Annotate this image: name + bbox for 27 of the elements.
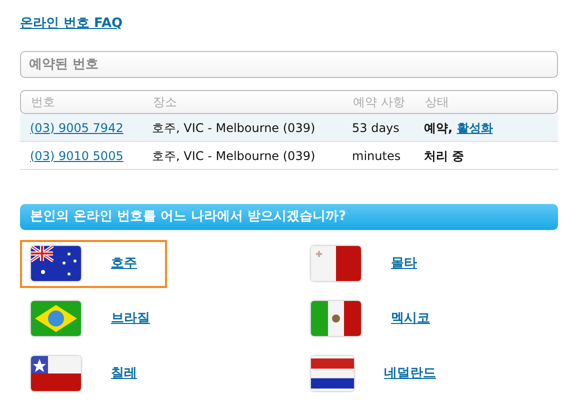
phone-number-link[interactable]: (03) 9010 5005 (30, 148, 124, 162)
table-cell-text: 호주, VIC - Melbourne (039) (152, 148, 316, 164)
column-header: 장소 (153, 94, 178, 111)
flag-icon[interactable] (31, 246, 81, 281)
activate-link[interactable]: 활성화 (456, 120, 493, 134)
country-link[interactable]: 호주 (111, 254, 137, 274)
column-header: 번호 (31, 94, 56, 111)
table-cell-text: 53 days (352, 120, 400, 136)
status-text: 처리 중 (424, 148, 464, 162)
country-link[interactable]: 멕시코 (391, 308, 430, 328)
flag-icon[interactable] (311, 356, 354, 391)
phone-number-link[interactable]: (03) 9005 7942 (30, 120, 124, 134)
section-header: 본인의 온라인 번호를 어느 나라에서 받으시겠습니까? (20, 204, 558, 230)
faq-link[interactable]: 온라인 번호 FAQ (20, 16, 123, 31)
column-header: 예약 사항 (353, 94, 406, 111)
table-cell-text: 호주, VIC - Melbourne (039) (152, 120, 316, 136)
flag-icon[interactable] (311, 301, 361, 336)
table-cell-text: minutes (352, 148, 402, 164)
country-link[interactable]: 몰타 (391, 254, 417, 274)
status-text: 예약, (424, 120, 454, 134)
flag-icon[interactable] (311, 246, 361, 281)
flag-icon[interactable] (31, 356, 81, 391)
section-header: 예약된 번호 (20, 50, 558, 78)
country-link[interactable]: 네덜란드 (384, 364, 436, 384)
country-link[interactable]: 브라질 (111, 308, 150, 328)
country-link[interactable]: 칠레 (111, 364, 137, 384)
column-header: 상태 (425, 94, 450, 111)
